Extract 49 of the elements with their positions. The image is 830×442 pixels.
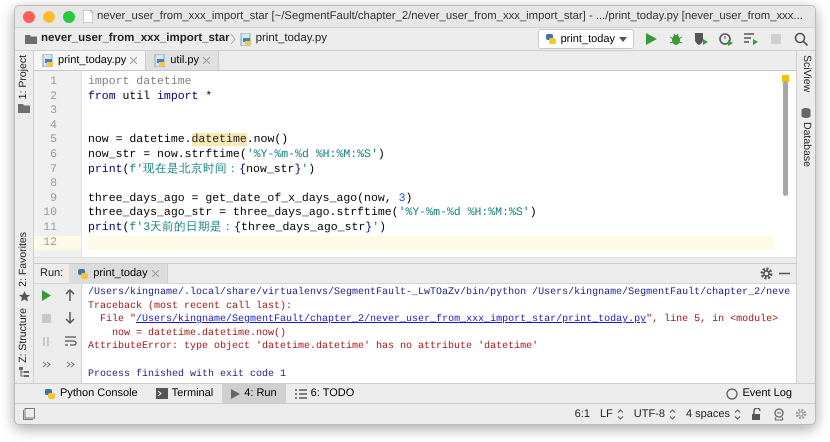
editor-tab[interactable]: print_today.py — [34, 51, 146, 70]
line-number: 11 — [42, 220, 58, 236]
line-number: 8 — [49, 177, 58, 192]
line-number: 3 — [49, 104, 58, 119]
console-line: now = datetime.datetime.now() — [111, 326, 288, 340]
code-line: now = datetime.datetime.now() — [88, 133, 290, 148]
window-title: never_user_from_xxx_import_star [~/SegmentFault/chapter_2/never_user_from_xxx_import_star] - .../print_today.py [never_user_from_xxx... — [97, 9, 803, 24]
file-encoding[interactable]: UTF-8 — [634, 406, 676, 422]
run-tab[interactable]: print_today — [69, 264, 168, 284]
line-number: 9 — [49, 192, 58, 206]
tool-window-tab[interactable]: Terminal — [146, 384, 222, 404]
editor-tab[interactable]: util.py — [146, 51, 220, 70]
line-number: 5 — [49, 133, 58, 148]
run-panel-label: Run: — [40, 266, 64, 282]
code-line: print(f'3天前的日期是：{three_days_ago_str}') — [88, 220, 387, 236]
event-log-button[interactable]: Event Log — [717, 384, 801, 404]
tool-window-tab[interactable]: 4: Run — [222, 384, 286, 404]
line-number: 12 — [34, 236, 81, 250]
tool-window-tab[interactable]: 6: TODO — [286, 384, 364, 404]
code-line: from util import * — [88, 90, 214, 104]
tool-window-tab[interactable]: Python Console — [35, 384, 147, 404]
line-number: 4 — [49, 118, 58, 134]
code-line: three_days_ago_str = three_days_ago.strftime('%Y-%m-%d %H:%M:%S') — [88, 206, 538, 220]
line-number: 10 — [42, 206, 58, 221]
run-configuration-dropdown[interactable]: print_today — [538, 28, 634, 50]
indent-setting[interactable]: 4 spaces — [686, 406, 741, 422]
tool-window-button[interactable]: 1: Project — [16, 55, 32, 100]
file-link[interactable]: /Users/kingname/SegmentFault/chapter_2/never_user_from_xxx_import_star/print_today.py — [136, 314, 646, 326]
tool-window-button[interactable]: SciView — [798, 55, 814, 92]
code-line: three_days_ago = get_date_of_x_days_ago(now, 3) — [88, 192, 414, 206]
console-line: Process finished with exit code 1 — [88, 368, 288, 382]
breadcrumb-item[interactable]: never_user_from_xxx_import_star — [41, 30, 230, 48]
line-number: 6 — [49, 148, 58, 163]
console-line: Traceback (most recent call last): — [88, 300, 294, 314]
caret-position[interactable]: 6:1 — [574, 406, 590, 422]
line-number: 7 — [49, 162, 58, 178]
console-line: File "/Users/kingname/SegmentFault/chapter_2/never_user_from_xxx_import_star/print_today.py", line 5, in <module> — [99, 313, 780, 327]
console-line: AttributeError: type object 'datetime.datetime' has no attribute 'datetime' — [88, 340, 540, 354]
code-line: print(f'现在是北京时间：{now_str}') — [88, 162, 316, 178]
code-line: import datetime — [88, 75, 193, 90]
tool-window-button[interactable]: Z: Structure — [16, 308, 32, 363]
console-line: /Users/kingname/.local/share/virtualenvs/SegmentFault-_LwTOaZv/bin/python /Users/kingname/SegmentFault/chapter_2/neve — [88, 286, 790, 300]
tool-window-button[interactable]: 2: Favorites — [16, 232, 32, 288]
breadcrumb-item[interactable]: print_today.py — [256, 30, 327, 48]
line-number: 2 — [49, 90, 58, 104]
line-number: 1 — [49, 75, 58, 90]
line-separator[interactable]: LF — [600, 406, 624, 422]
code-line: now_str = now.strftime('%Y-%m-%d %H:%M:%S') — [88, 148, 386, 162]
tool-window-button[interactable]: Database — [798, 122, 814, 168]
